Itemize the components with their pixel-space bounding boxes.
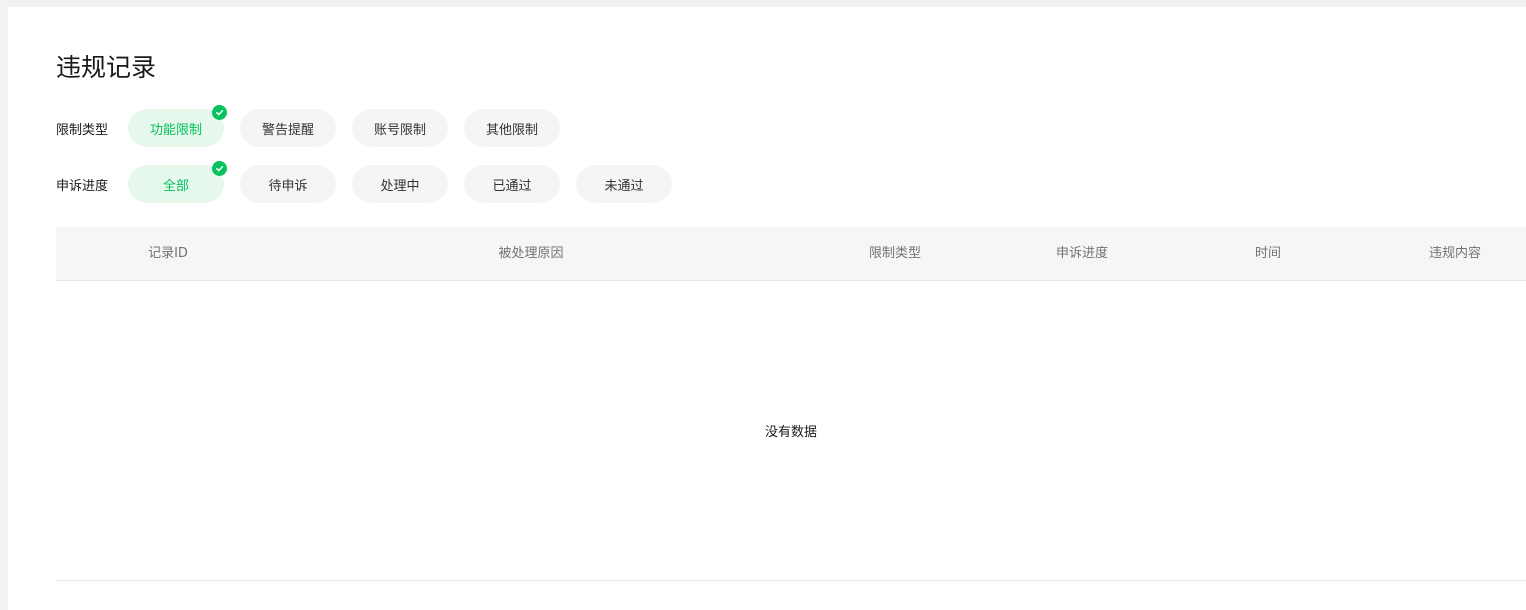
filter-label: 限制类型 bbox=[56, 122, 109, 138]
chip-label: 待申诉 bbox=[268, 178, 308, 194]
check-icon bbox=[212, 105, 227, 120]
chip-label: 未通过 bbox=[604, 178, 644, 194]
restriction-type-filter: 限制类型 功能限制 警告提醒 账号限制 其他限制 bbox=[56, 105, 576, 147]
chip-processing[interactable]: 处理中 bbox=[352, 165, 448, 203]
chip-label: 账号限制 bbox=[373, 122, 426, 138]
chip-label: 其他限制 bbox=[485, 122, 538, 138]
chip-function-restriction[interactable]: 功能限制 bbox=[128, 105, 227, 147]
chip-label: 处理中 bbox=[380, 178, 420, 194]
page-title: 违规记录 bbox=[56, 53, 157, 82]
column-header-restriction-type: 限制类型 bbox=[868, 246, 922, 261]
chip-warning-reminder[interactable]: 警告提醒 bbox=[240, 109, 336, 147]
table-header: 记录ID 被处理原因 限制类型 申诉进度 时间 违规内容 bbox=[56, 227, 1526, 281]
column-header-violation-content: 违规内容 bbox=[1428, 246, 1482, 261]
chip-all[interactable]: 全部 bbox=[128, 161, 227, 203]
table-bottom-divider bbox=[56, 580, 1526, 581]
chip-label: 警告提醒 bbox=[261, 122, 314, 138]
column-header-record-id: 记录ID bbox=[148, 246, 188, 261]
chip-approved[interactable]: 已通过 bbox=[464, 165, 560, 203]
empty-state-text: 没有数据 bbox=[765, 425, 818, 440]
chip-label: 全部 bbox=[162, 178, 189, 194]
column-header-time: 时间 bbox=[1254, 246, 1282, 261]
chip-rejected[interactable]: 未通过 bbox=[576, 165, 672, 203]
column-header-appeal-progress: 申诉进度 bbox=[1055, 246, 1109, 261]
appeal-progress-filter: 申诉进度 全部 待申诉 处理中 已通过 未通过 bbox=[56, 161, 688, 203]
chip-account-restriction[interactable]: 账号限制 bbox=[352, 109, 448, 147]
chip-other-restriction[interactable]: 其他限制 bbox=[464, 109, 560, 147]
column-header-reason: 被处理原因 bbox=[498, 246, 564, 261]
check-icon bbox=[212, 161, 227, 176]
chip-label: 功能限制 bbox=[149, 122, 202, 138]
filter-label: 申诉进度 bbox=[56, 178, 109, 194]
violation-records-panel: 违规记录 限制类型 功能限制 警告提醒 账号限制 其他限制 申诉进度 全部 待申… bbox=[8, 7, 1526, 610]
chip-pending-appeal[interactable]: 待申诉 bbox=[240, 165, 336, 203]
chip-label: 已通过 bbox=[492, 178, 532, 194]
